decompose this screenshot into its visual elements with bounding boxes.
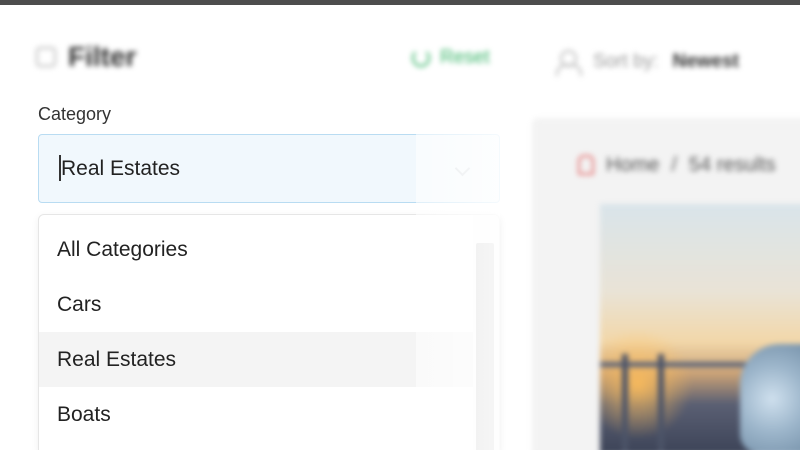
breadcrumb-home[interactable]: Home (606, 154, 659, 177)
filter-menu-icon[interactable] (36, 47, 56, 67)
category-select-value: Real Estates (61, 157, 181, 180)
sort-label: Sort by: (593, 51, 659, 72)
sort-control[interactable]: Sort by: Newest (555, 47, 739, 77)
category-label: Category (38, 104, 112, 124)
breadcrumb-separator: / (671, 153, 677, 176)
window-top-bar (0, 0, 800, 5)
dropdown-option-all-categories[interactable]: All Categories (39, 222, 473, 277)
listing-image[interactable] (600, 204, 800, 450)
filter-title: Filter (68, 41, 137, 72)
dropdown-option-boats[interactable]: Boats (39, 387, 473, 442)
dropdown-option-real-estates[interactable]: Real Estates (39, 332, 473, 387)
overlay-fade (416, 125, 500, 450)
image-pole (622, 354, 628, 450)
reset-label: Reset (440, 47, 490, 68)
home-icon (578, 155, 594, 175)
sort-value[interactable]: Newest (672, 51, 739, 73)
user-icon (555, 49, 582, 76)
breadcrumb: Home / 54 results (578, 150, 776, 180)
image-car (740, 344, 800, 450)
reset-icon (412, 49, 430, 67)
filter-header: Filter (36, 40, 136, 74)
dropdown-option-cars[interactable]: Cars (39, 277, 473, 332)
results-count: 54 results (688, 153, 776, 176)
image-pole (658, 354, 664, 450)
reset-button[interactable]: Reset (412, 44, 490, 72)
